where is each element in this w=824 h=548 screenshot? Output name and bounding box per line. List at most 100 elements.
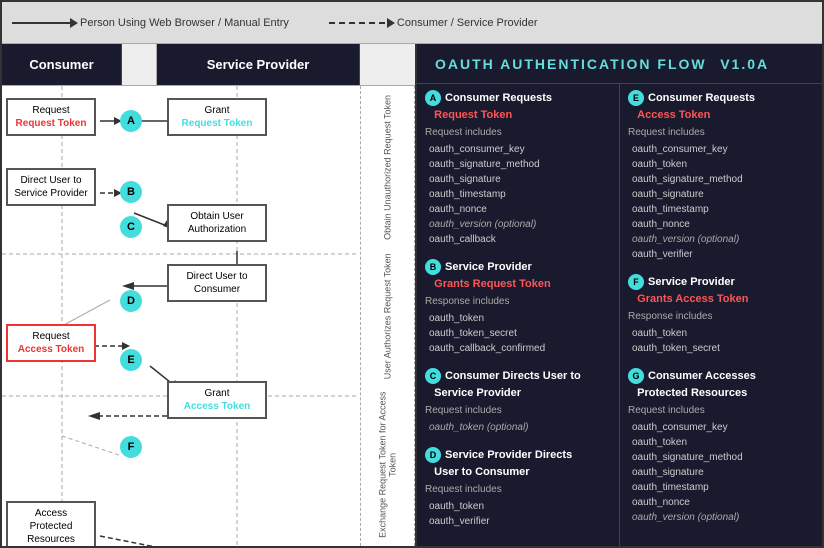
info-section-F: FService Provider Grants Access Token Res… <box>628 274 814 356</box>
box-grant-access-token: GrantAccess Token <box>167 381 267 419</box>
info-item: oauth_token_secret <box>632 341 814 356</box>
section-sub-F: Response includes <box>628 309 814 324</box>
consumer-col-title: Consumer <box>2 44 122 85</box>
info-item: oauth_version (optional) <box>429 217 611 232</box>
info-section-B: BService Provider Grants Request Token Re… <box>425 259 611 356</box>
info-item: oauth_signature_method <box>632 172 814 187</box>
info-item: oauth_token <box>632 435 814 450</box>
legend-dashed: Consumer / Service Provider <box>329 17 538 29</box>
solid-line-icon <box>12 22 72 24</box>
section-sub-C: Request includes <box>425 403 611 418</box>
badge-D: D <box>425 447 441 463</box>
node-f: F <box>120 436 142 458</box>
info-title: OAUTH AUTHENTICATION FLOW v1.0a <box>429 52 810 75</box>
node-c: C <box>120 216 142 238</box>
section-sub-G: Request includes <box>628 403 814 418</box>
node-b: B <box>120 181 142 203</box>
info-section-A: AConsumer Requests Request TokenRequest … <box>425 90 611 247</box>
info-col-2: EConsumer Requests Access Token Request i… <box>620 84 822 546</box>
legend-solid: Person Using Web Browser / Manual Entry <box>12 17 289 29</box>
box-request-access-token: RequestAccess Token <box>6 324 96 362</box>
section-header-B: BService Provider Grants Request Token <box>425 259 611 292</box>
info-section-C: CConsumer Directs User to Service Provid… <box>425 368 611 435</box>
section-title2-E: Access Token <box>637 109 710 121</box>
info-item: oauth_timestamp <box>429 187 611 202</box>
info-item: oauth_signature <box>632 187 814 202</box>
info-item: oauth_version (optional) <box>632 232 814 247</box>
badge-G: G <box>628 368 644 384</box>
info-item: oauth_token <box>632 157 814 172</box>
badge-F: F <box>628 274 644 290</box>
info-columns: AConsumer Requests Request TokenRequest … <box>417 84 822 546</box>
info-item: oauth_token (optional) <box>429 420 611 435</box>
node-e: E <box>120 349 142 371</box>
side-label-unauthorized: Obtain Unauthorized Request Token <box>361 86 415 248</box>
info-item: oauth_version (optional) <box>632 510 814 525</box>
main-container: Person Using Web Browser / Manual Entry … <box>0 0 824 548</box>
content-area: Consumer Service Provider <box>2 44 822 546</box>
node-a: A <box>120 110 142 132</box>
legend-solid-label: Person Using Web Browser / Manual Entry <box>80 17 289 29</box>
box-direct-user: Direct User toService Provider <box>6 168 96 206</box>
legend-dashed-label: Consumer / Service Provider <box>397 17 538 29</box>
section-header-E: EConsumer Requests Access Token <box>628 90 814 123</box>
oauth-version: v1.0a <box>720 56 769 72</box>
box-direct-user-consumer: Direct User toConsumer <box>167 264 267 302</box>
info-item: oauth_verifier <box>632 247 814 262</box>
section-header-C: CConsumer Directs User to Service Provid… <box>425 368 611 401</box>
info-item: oauth_consumer_key <box>632 420 814 435</box>
info-header: OAUTH AUTHENTICATION FLOW v1.0a <box>417 44 822 84</box>
section-sub-A: Request includes <box>425 125 611 140</box>
info-item: oauth_token_secret <box>429 326 611 341</box>
info-section-G: GConsumer Accesses Protected Resources Re… <box>628 368 814 525</box>
info-item: oauth_signature_method <box>632 450 814 465</box>
info-item: oauth_verifier <box>429 514 611 529</box>
info-item: oauth_timestamp <box>632 202 814 217</box>
info-item: oauth_consumer_key <box>632 142 814 157</box>
info-item: oauth_consumer_key <box>429 142 611 157</box>
badge-E: E <box>628 90 644 106</box>
info-item: oauth_timestamp <box>632 480 814 495</box>
info-item: oauth_signature_method <box>429 157 611 172</box>
info-item: oauth_nonce <box>632 495 814 510</box>
section-sub-D: Request includes <box>425 482 611 497</box>
box-grant-request-token: GrantRequest Token <box>167 98 267 136</box>
info-section-D: DService Provider Directs User to Consum… <box>425 447 611 529</box>
info-item: oauth_callback_confirmed <box>429 341 611 356</box>
diagram-panel: Consumer Service Provider <box>2 44 417 546</box>
info-section-E: EConsumer Requests Access Token Request i… <box>628 90 814 262</box>
box-obtain-user-auth: Obtain UserAuthorization <box>167 204 267 242</box>
section-header-D: DService Provider Directs User to Consum… <box>425 447 611 480</box>
info-item: oauth_nonce <box>632 217 814 232</box>
section-title2-A: Request Token <box>434 109 512 121</box>
side-label-user-auth: User Authorizes Request Token <box>361 248 415 384</box>
info-item: oauth_signature <box>429 172 611 187</box>
diagram-svg <box>2 86 415 546</box>
service-col-title: Service Provider <box>157 44 360 85</box>
badge-C: C <box>425 368 441 384</box>
section-title2-F: Grants Access Token <box>637 293 748 305</box>
box-access-protected: Access ProtectedResources <box>6 501 96 546</box>
info-item: oauth_callback <box>429 232 611 247</box>
section-header-A: AConsumer Requests Request Token <box>425 90 611 123</box>
info-item: oauth_token <box>429 499 611 514</box>
badge-A: A <box>425 90 441 106</box>
section-title2-B: Grants Request Token <box>434 278 551 290</box>
legend-bar: Person Using Web Browser / Manual Entry … <box>2 2 822 44</box>
badge-B: B <box>425 259 441 275</box>
info-item: oauth_signature <box>632 465 814 480</box>
box-request-token: RequestRequest Token <box>6 98 96 136</box>
section-header-F: FService Provider Grants Access Token <box>628 274 814 307</box>
info-col-1: AConsumer Requests Request TokenRequest … <box>417 84 620 546</box>
info-item: oauth_token <box>429 311 611 326</box>
node-d: D <box>120 290 142 312</box>
section-sub-B: Response includes <box>425 294 611 309</box>
info-panel: OAUTH AUTHENTICATION FLOW v1.0a AConsume… <box>417 44 822 546</box>
dashed-line-icon <box>329 22 389 24</box>
section-header-G: GConsumer Accesses Protected Resources <box>628 368 814 401</box>
section-sub-E: Request includes <box>628 125 814 140</box>
info-item: oauth_token <box>632 326 814 341</box>
info-item: oauth_nonce <box>429 202 611 217</box>
oauth-title: OAUTH AUTHENTICATION FLOW <box>435 56 707 72</box>
side-label-exchange: Exchange Request Token for Access Token <box>361 384 415 546</box>
